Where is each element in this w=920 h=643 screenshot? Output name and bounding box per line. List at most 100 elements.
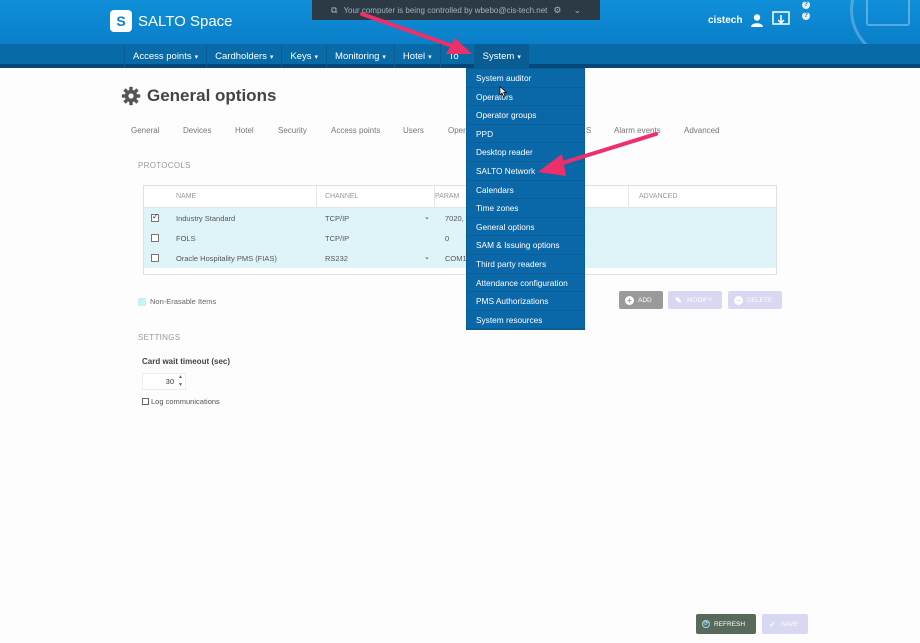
tab-alarm-events[interactable]: Alarm events [614,126,661,135]
caret-icon: ▾ [314,54,319,61]
tab-operators[interactable]: Oper [448,126,466,135]
remote-banner-text: Your computer is being controlled by wbe… [343,5,548,15]
nav-keys[interactable]: Keys ▾ [281,44,326,68]
main-nav: Access points ▾ Cardholders ▾ Keys ▾ Monito… [124,44,529,68]
save-button[interactable]: ✓ SAVE [762,614,808,634]
tab-advanced[interactable]: Advanced [684,126,720,135]
nav-label: Monitoring [335,51,380,62]
log-communications[interactable]: Log communications [142,397,220,406]
gear-icon [121,86,141,106]
table-row[interactable]: Oracle Hospitality PMS (FIAS) RS232 ⌄ CO… [144,248,776,268]
protocol-channel[interactable]: TCP/IP [325,214,349,223]
tab-access-points[interactable]: Access points [331,126,380,135]
menu-item-operator-groups[interactable]: Operator groups [467,106,584,125]
tab-hotel[interactable]: Hotel [235,126,254,135]
settings-tabs: General Devices Hotel Security Access po… [0,126,920,140]
tab-general[interactable]: General [131,126,159,135]
nav-label: Hotel [402,51,426,62]
system-dropdown-menu: System auditor Operators Operator groups… [466,68,585,330]
caret-icon: ▾ [382,54,386,61]
modify-button[interactable]: ✎ MODIFY [668,291,722,309]
check-icon: ✓ [769,619,776,629]
caret-icon: ▾ [517,54,521,61]
table-row[interactable]: FOLS TCP/IP 0 [144,228,776,248]
menu-item-third-party-readers[interactable]: Third party readers [467,255,584,274]
table-row[interactable]: Industry Standard TCP/IP ⌄ 7020, [144,208,776,228]
settings-section-label: SETTINGS [138,333,181,342]
column-header-param[interactable]: PARAM [435,193,459,200]
user-menu[interactable]: cistech [708,13,764,27]
add-label: ADD [638,296,652,304]
gear-icon[interactable]: ⚙ [553,5,561,16]
nav-monitoring[interactable]: Monitoring ▾ [326,44,394,68]
refresh-button[interactable]: ⟳ REFRESH [696,614,756,634]
pencil-icon: ✎ [675,295,682,305]
column-header-advanced[interactable]: ADVANCED [639,193,677,200]
tab-security[interactable]: Security [278,126,307,135]
logo-mark: S [110,10,132,32]
menu-item-desktop-reader[interactable]: Desktop reader [467,143,584,162]
table-header: NAME CHANNEL PARAM ADVANCED [144,186,776,208]
log-checkbox[interactable] [142,398,149,405]
row-checkbox[interactable] [151,254,159,262]
protocol-channel[interactable]: TCP/IP [325,234,349,243]
column-divider [316,186,317,208]
save-label: SAVE [781,620,798,628]
menu-item-general-options[interactable]: General options [467,218,584,237]
legend-label: Non-Erasable Items [150,297,217,306]
chevron-down-icon[interactable]: ⌄ [424,213,430,221]
column-header-channel[interactable]: CHANNEL [325,193,358,200]
menu-item-calendars[interactable]: Calendars [467,181,584,200]
menu-item-operators[interactable]: Operators [467,88,584,107]
menu-item-system-resources[interactable]: System resources [467,311,584,330]
nav-label: Access points [133,51,192,62]
caret-icon: ▾ [428,54,432,61]
decorative-frame [866,0,910,26]
protocols-section-label: PROTOCOLS [138,161,191,170]
nav-access-points[interactable]: Access points ▾ [124,44,206,68]
help-icon[interactable]: ? [802,1,810,9]
protocols-table: NAME CHANNEL PARAM ADVANCED Industry Sta… [143,185,777,275]
app-name: SALTO Space [138,12,233,30]
refresh-label: REFRESH [714,620,746,628]
menu-item-attendance-configuration[interactable]: Attendance configuration [467,274,584,293]
menu-item-time-zones[interactable]: Time zones [467,199,584,218]
non-erasable-legend: Non-Erasable Items [138,297,216,306]
plus-icon: + [625,295,634,305]
nav-label: System [482,51,515,62]
page-title-text: General options [147,86,277,105]
nav-hotel[interactable]: Hotel ▾ [393,44,440,68]
info-icon[interactable]: ? [802,12,810,20]
tab-devices[interactable]: Devices [183,126,211,135]
nav-cardholders[interactable]: Cardholders ▾ [206,44,281,68]
menu-item-ppd[interactable]: PPD [467,125,584,144]
spin-up-icon[interactable]: ▲ [178,374,183,380]
column-header-name[interactable]: NAME [176,193,196,200]
row-checkbox[interactable] [151,234,159,242]
legend-swatch [138,297,146,306]
tab-users[interactable]: Users [403,126,424,135]
chevron-down-icon[interactable]: ⌄ [424,253,430,261]
menu-item-sam-issuing-options[interactable]: SAM & Issuing options [467,236,584,255]
app-logo[interactable]: S SALTO Space [110,10,233,32]
nav-label: To [448,51,459,62]
protocol-channel[interactable]: RS232 [325,254,348,263]
mouse-cursor-icon [499,86,507,97]
nav-label: Cardholders [215,51,267,62]
exit-icon[interactable] [772,11,790,27]
delete-button[interactable]: − DELETE [728,291,782,309]
modify-label: MODIFY [687,296,713,304]
nav-tools[interactable]: To [439,44,474,68]
menu-item-system-auditor[interactable]: System auditor [467,69,584,88]
protocol-param: 0 [445,234,450,243]
monitor-icon: ⧉ [331,4,338,15]
protocol-name: FOLS [176,234,196,243]
nav-system[interactable]: System ▾ [473,44,529,68]
tab-partial[interactable]: S [586,126,591,135]
menu-item-salto-network[interactable]: SALTO Network [467,162,584,181]
chevron-down-icon[interactable]: ⌄ [573,5,581,16]
menu-item-pms-authorizations[interactable]: PMS Authorizations [467,292,584,311]
row-checkbox[interactable] [151,212,159,222]
spin-down-icon[interactable]: ▼ [178,382,183,388]
add-button[interactable]: + ADD [619,291,663,309]
